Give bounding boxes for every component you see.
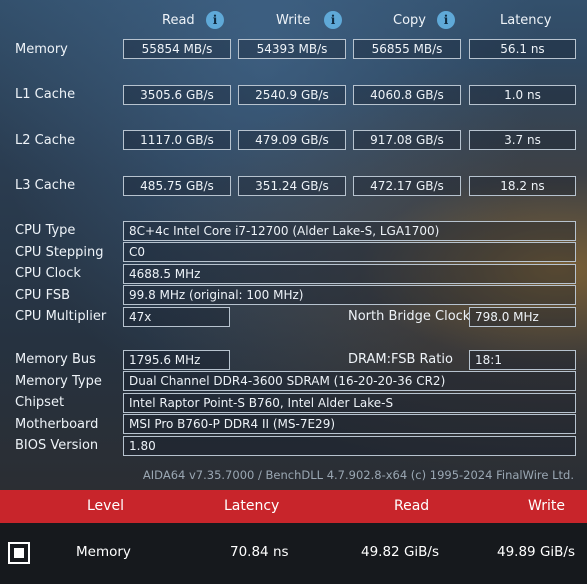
- l3-copy-value: 472.17 GB/s: [353, 176, 461, 196]
- result-read-value: 49.82 GiB/s: [361, 544, 439, 560]
- memory-bus-value: 1795.6 MHz: [123, 350, 230, 370]
- read-column-header[interactable]: Read: [394, 498, 429, 514]
- result-latency-value: 70.84 ns: [230, 544, 289, 560]
- l3-cache-row-label: L3 Cache: [15, 178, 76, 193]
- latency-header: Latency: [500, 13, 552, 28]
- bios-version-value: 1.80: [123, 436, 576, 456]
- l2-write-value: 479.09 GB/s: [238, 130, 346, 150]
- results-table-header: Level Latency Read Write: [0, 490, 587, 523]
- memory-row-label: Memory: [15, 42, 68, 57]
- motherboard-label: Motherboard: [15, 417, 99, 432]
- chipset-value: Intel Raptor Point-S B760, Intel Alder L…: [123, 393, 576, 413]
- write-header: Write: [276, 13, 311, 28]
- l1-copy-value: 4060.8 GB/s: [353, 85, 461, 105]
- l2-cache-row-label: L2 Cache: [15, 133, 76, 148]
- cpu-fsb-value: 99.8 MHz (original: 100 MHz): [123, 285, 576, 305]
- write-info-icon[interactable]: i: [324, 11, 342, 29]
- result-write-value: 49.89 GiB/s: [497, 544, 575, 560]
- cpu-fsb-label: CPU FSB: [15, 288, 70, 303]
- latency-column-header[interactable]: Latency: [224, 498, 279, 514]
- cpu-stepping-label: CPU Stepping: [15, 245, 104, 260]
- memory-read-value: 55854 MB/s: [123, 39, 231, 59]
- bios-version-label: BIOS Version: [15, 438, 99, 453]
- chipset-label: Chipset: [15, 395, 65, 410]
- motherboard-value: MSI Pro B760-P DDR4 II (MS-7E29): [123, 414, 576, 434]
- dram-fsb-ratio-label: DRAM:FSB Ratio: [348, 352, 453, 367]
- cpu-type-value: 8C+4c Intel Core i7-12700 (Alder Lake-S,…: [123, 221, 576, 241]
- memory-latency-value: 56.1 ns: [469, 39, 576, 59]
- copy-info-icon[interactable]: i: [437, 11, 455, 29]
- l3-read-value: 485.75 GB/s: [123, 176, 231, 196]
- write-column-header[interactable]: Write: [528, 498, 565, 514]
- dram-fsb-ratio-value: 18:1: [469, 350, 576, 370]
- cpu-stepping-value: C0: [123, 242, 576, 262]
- north-bridge-clock-label: North Bridge Clock: [348, 309, 471, 324]
- l2-latency-value: 3.7 ns: [469, 130, 576, 150]
- aida64-cache-memory-benchmark: Read i Write i Copy i Latency Memory 558…: [0, 0, 587, 490]
- l3-write-value: 351.24 GB/s: [238, 176, 346, 196]
- memory-type-value: Dual Channel DDR4-3600 SDRAM (16-20-20-3…: [123, 371, 576, 391]
- cpu-clock-label: CPU Clock: [15, 266, 81, 281]
- l3-latency-value: 18.2 ns: [469, 176, 576, 196]
- l1-write-value: 2540.9 GB/s: [238, 85, 346, 105]
- table-row[interactable]: Memory 70.84 ns 49.82 GiB/s 49.89 GiB/s: [0, 523, 587, 584]
- version-copyright-text: AIDA64 v7.35.7000 / BenchDLL 4.7.902.8-x…: [142, 468, 574, 482]
- l2-copy-value: 917.08 GB/s: [353, 130, 461, 150]
- read-header: Read: [162, 13, 195, 28]
- result-level-value: Memory: [76, 544, 131, 560]
- checkbox-icon[interactable]: [8, 542, 30, 564]
- l2-read-value: 1117.0 GB/s: [123, 130, 231, 150]
- l1-latency-value: 1.0 ns: [469, 85, 576, 105]
- memory-bus-label: Memory Bus: [15, 352, 96, 367]
- cpu-type-label: CPU Type: [15, 223, 76, 238]
- l1-read-value: 3505.6 GB/s: [123, 85, 231, 105]
- memory-type-label: Memory Type: [15, 374, 102, 389]
- cpu-clock-value: 4688.5 MHz: [123, 264, 576, 284]
- copy-header: Copy: [393, 13, 426, 28]
- cpu-multiplier-label: CPU Multiplier: [15, 309, 107, 324]
- memory-write-value: 54393 MB/s: [238, 39, 346, 59]
- level-column-header[interactable]: Level: [87, 498, 124, 514]
- cpu-multiplier-value: 47x: [123, 307, 230, 327]
- l1-cache-row-label: L1 Cache: [15, 87, 76, 102]
- north-bridge-clock-value: 798.0 MHz: [469, 307, 576, 327]
- read-info-icon[interactable]: i: [206, 11, 224, 29]
- memory-copy-value: 56855 MB/s: [353, 39, 461, 59]
- checkbox-checked-mark: [14, 548, 24, 558]
